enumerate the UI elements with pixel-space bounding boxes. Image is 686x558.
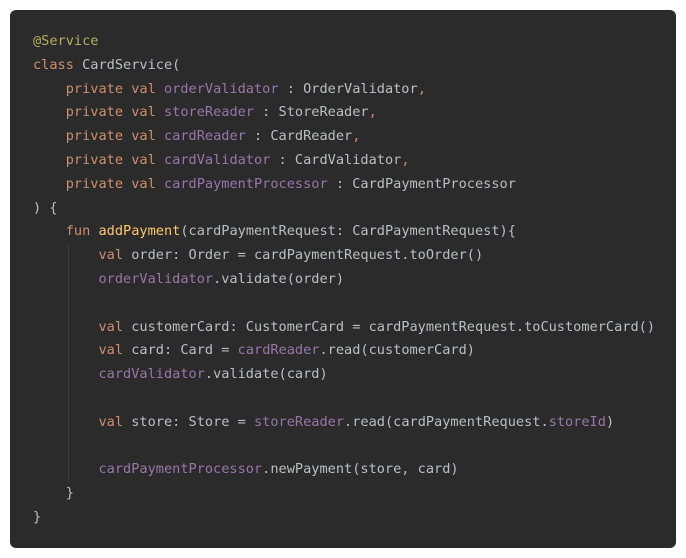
code-line <box>33 434 676 459</box>
code-token-text: card: Card = <box>131 342 238 359</box>
code-token-property: orderValidator <box>98 270 214 287</box>
code-token-keyword: private val <box>65 128 164 145</box>
code-line: orderValidator.validate(order) <box>33 267 676 292</box>
indent-guide <box>67 291 69 316</box>
code-token-text: store: Store = <box>131 413 254 430</box>
code-token-property: storeReader <box>254 413 345 430</box>
code-line: private val cardValidator : CardValidato… <box>33 149 676 173</box>
code-line <box>33 291 676 316</box>
code-token-property: cardValidator <box>98 366 205 383</box>
code-line: @Service <box>33 30 676 54</box>
code-token-property: cardPaymentProcessor <box>98 461 263 478</box>
indent-guide <box>67 458 69 483</box>
code-token-text: } <box>65 485 74 502</box>
code-token-text: : CardPaymentProcessor <box>327 175 516 192</box>
code-line: val order: Order = cardPaymentRequest.to… <box>33 244 676 268</box>
code-token-punct: , <box>401 151 410 168</box>
code-line: private val cardPaymentProcessor : CardP… <box>33 173 676 197</box>
indent-guide <box>67 244 69 268</box>
code-line: private val cardReader : CardReader, <box>33 125 676 149</box>
code-token-punct: , <box>352 128 361 145</box>
code-line: } <box>33 482 676 506</box>
code-editor[interactable]: @Service class CardService( private val o… <box>10 10 676 548</box>
code-token-property: storeId <box>548 413 606 430</box>
code-token-property: cardReader <box>237 342 320 359</box>
code-line <box>33 386 676 411</box>
code-token-keyword: val <box>98 413 132 430</box>
code-line: fun addPayment(cardPaymentRequest: CardP… <box>33 220 676 244</box>
code-token-text: : StoreReader <box>254 104 369 121</box>
indent-guide <box>67 315 69 340</box>
code-token-keyword: fun <box>65 223 99 240</box>
code-line: val customerCard: CustomerCard = cardPay… <box>33 315 676 340</box>
code-token-text: .validate(card) <box>204 366 328 383</box>
code-token-text: } <box>33 508 42 525</box>
code-token-text: .read(customerCard) <box>319 342 475 359</box>
code-line: cardPaymentProcessor.newPayment(store, c… <box>33 458 676 483</box>
code-token-keyword: class <box>33 56 83 73</box>
code-token-keyword: val <box>98 342 132 359</box>
code-token-property: storeReader <box>163 104 254 121</box>
code-line: class CardService( <box>33 54 676 78</box>
code-token-keyword: private val <box>65 175 164 192</box>
code-token-text: : CardReader <box>245 128 353 145</box>
code-token-text: .newPayment(store, card) <box>262 461 459 478</box>
code-token-text: ) <box>605 413 615 430</box>
code-line: val store: Store = storeReader.read(card… <box>33 410 676 435</box>
code-token-property: cardReader <box>163 128 246 145</box>
code-token-keyword: val <box>98 247 132 264</box>
code-token-property: orderValidator <box>163 80 279 97</box>
code-token-text: : OrderValidator <box>278 80 418 97</box>
indent-guide <box>67 386 69 411</box>
code-token-annotation: @Service <box>33 33 99 49</box>
indent-guide <box>67 363 69 387</box>
code-block[interactable]: @Service class CardService( private val o… <box>33 30 676 530</box>
code-line: private val orderValidator : OrderValida… <box>33 78 676 102</box>
code-token-text: .validate(order) <box>213 270 345 287</box>
code-token-keyword: private val <box>65 80 164 97</box>
code-token-keyword: private val <box>65 104 164 121</box>
code-token-property: cardValidator <box>163 151 271 168</box>
code-token-text: (cardPaymentRequest: CardPaymentRequest)… <box>180 223 516 240</box>
code-token-text: : CardValidator <box>270 151 402 168</box>
code-token-fn: addPayment <box>98 223 181 240</box>
code-token-keyword: val <box>98 318 132 335</box>
code-token-text: CardService( <box>82 56 181 73</box>
indent-guide <box>67 339 69 364</box>
code-token-text: order: Order = cardPaymentRequest.toOrde… <box>131 247 484 264</box>
code-token-text: .read(cardPaymentRequest. <box>344 413 549 430</box>
code-line: ) { <box>33 197 676 221</box>
code-line: val card: Card = cardReader.read(custome… <box>33 339 676 364</box>
code-token-punct: , <box>368 104 377 121</box>
code-token-text: customerCard: CustomerCard = cardPayment… <box>131 318 656 335</box>
code-line: cardValidator.validate(card) <box>33 363 676 387</box>
code-token-punct: , <box>417 80 426 97</box>
indent-guide <box>67 267 69 292</box>
code-token-text: ) { <box>33 199 58 216</box>
code-line: } <box>33 506 676 530</box>
code-line: private val storeReader : StoreReader, <box>33 101 676 125</box>
code-token-property: cardPaymentProcessor <box>163 175 328 192</box>
indent-guide <box>67 434 69 459</box>
indent-guide <box>67 410 69 435</box>
code-token-keyword: private val <box>65 151 164 168</box>
